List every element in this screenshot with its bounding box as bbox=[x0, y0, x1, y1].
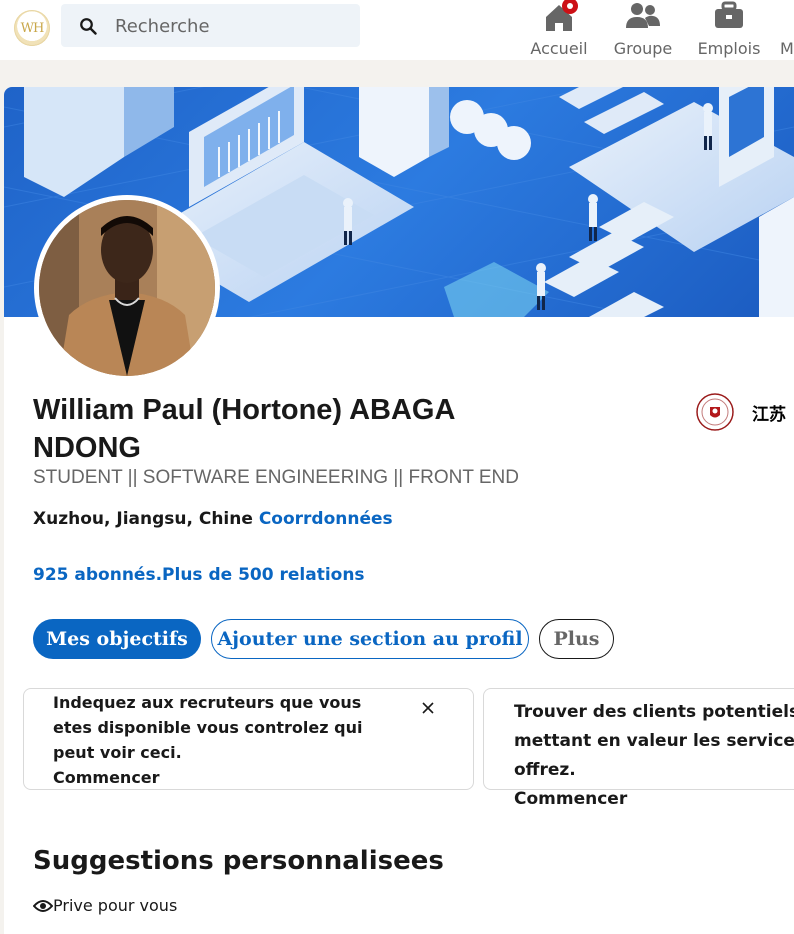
search-icon bbox=[80, 18, 97, 35]
open-to-work-start-link[interactable]: Commencer bbox=[53, 765, 403, 790]
location-text: Xuzhou, Jiangsu, Chine bbox=[33, 509, 253, 529]
suggestions-title: Suggestions personnalisees bbox=[33, 846, 444, 876]
privacy-note: Prive pour vous bbox=[33, 896, 177, 915]
contact-info-link[interactable]: Coorrdonnées bbox=[259, 509, 393, 529]
nav-groups-label: Groupe bbox=[613, 39, 673, 58]
suggestions-section: Suggestions personnalisees Prive pour vo… bbox=[4, 820, 794, 934]
open-to-work-description: Indequez aux recruteurs que vous etes di… bbox=[53, 693, 363, 762]
add-profile-section-button[interactable]: Ajouter une section au profil bbox=[211, 619, 529, 659]
app-logo[interactable]: WH bbox=[14, 10, 50, 46]
close-icon[interactable] bbox=[418, 698, 438, 718]
services-text: Trouver des clients potentiels mettant e… bbox=[514, 698, 794, 814]
network-link[interactable]: 925 abonnés.Plus de 500 relations bbox=[33, 565, 365, 585]
services-start-link[interactable]: Commencer bbox=[514, 785, 794, 814]
nav-home-label: Accueil bbox=[530, 39, 588, 58]
more-button[interactable]: Plus bbox=[539, 619, 614, 659]
search-bar[interactable] bbox=[61, 4, 360, 47]
profile-avatar[interactable] bbox=[34, 195, 220, 381]
nav-messaging[interactable]: M bbox=[780, 0, 794, 60]
school-logo-icon[interactable] bbox=[696, 393, 734, 431]
logo-text: WH bbox=[20, 20, 45, 36]
home-icon bbox=[546, 0, 578, 31]
profile-headline: STUDENT || SOFTWARE ENGINEERING || FRONT… bbox=[33, 467, 519, 488]
nav-jobs-label: Emplois bbox=[697, 39, 761, 58]
services-card: Trouver des clients potentiels mettant e… bbox=[483, 688, 794, 809]
privacy-text: Prive pour vous bbox=[53, 896, 178, 915]
goals-button[interactable]: Mes objectifs bbox=[33, 619, 201, 659]
nav-messaging-label: M bbox=[780, 39, 794, 58]
briefcase-icon bbox=[715, 1, 743, 28]
profile-name: William Paul (Hortone) ABAGA NDONG bbox=[33, 394, 455, 464]
people-icon bbox=[626, 3, 660, 28]
profile-card: William Paul (Hortone) ABAGA NDONG STUDE… bbox=[4, 87, 794, 820]
nav-groups[interactable]: Groupe bbox=[608, 0, 678, 60]
eye-icon bbox=[33, 899, 53, 912]
nav-jobs[interactable]: Emplois bbox=[692, 0, 766, 60]
school-name[interactable]: 江苏 bbox=[752, 400, 786, 425]
profile-location: Xuzhou, Jiangsu, Chine Coorrdonnées bbox=[33, 509, 393, 529]
avatar-photo bbox=[39, 200, 215, 376]
nav-home[interactable]: Accueil bbox=[526, 0, 592, 60]
services-description: Trouver des clients potentiels mettant e… bbox=[514, 702, 794, 780]
open-to-work-text: Indequez aux recruteurs que vous etes di… bbox=[53, 690, 403, 790]
open-to-work-card: Indequez aux recruteurs que vous etes di… bbox=[23, 688, 474, 790]
search-input[interactable] bbox=[115, 14, 345, 38]
top-nav: WH Accueil Groupe Emplois M bbox=[0, 0, 794, 60]
